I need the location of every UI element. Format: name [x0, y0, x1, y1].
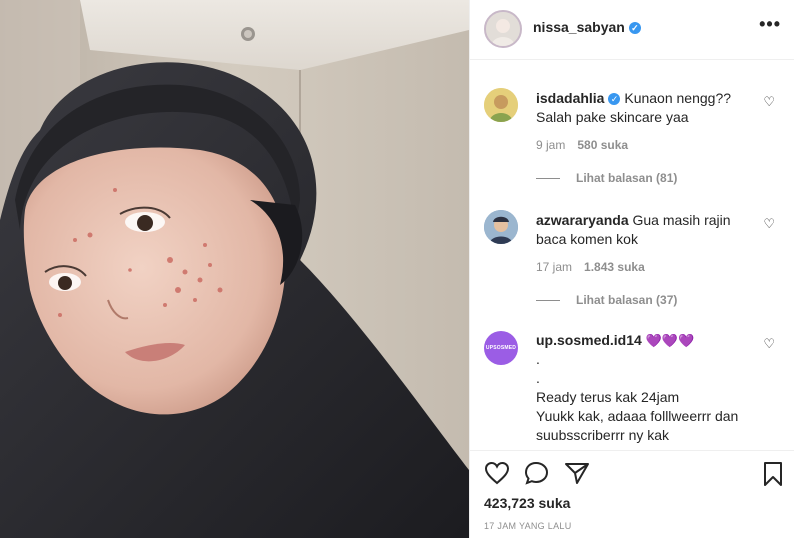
post-actions: 423,723 suka 17 JAM YANG LALU: [470, 450, 794, 538]
view-replies-label[interactable]: Lihat balasan (37): [576, 293, 677, 307]
post-header: nissa_sabyan ✓ •••: [470, 0, 794, 60]
post-timestamp: 17 JAM YANG LALU: [484, 521, 572, 531]
commenter-avatar[interactable]: [484, 88, 518, 122]
heart-icon[interactable]: [484, 461, 510, 490]
instagram-post: nissa_sabyan ✓ ••• isdadahlia ✓ Kunaon nen…: [0, 0, 794, 538]
commenter-username[interactable]: up.sosmed.id14: [536, 332, 642, 348]
author-name-text[interactable]: nissa_sabyan: [533, 19, 625, 35]
heart-icon[interactable]: ♡: [763, 216, 775, 232]
author-avatar[interactable]: [484, 10, 522, 48]
comment-likes[interactable]: 1.843 suka: [584, 260, 645, 274]
commenter-avatar[interactable]: [484, 210, 518, 244]
comment-time: 17 jam: [536, 260, 573, 274]
replies-line: [536, 300, 560, 302]
avatar-image: [486, 12, 520, 46]
comment-meta: 9 jam 580 suka: [536, 138, 628, 152]
author-username[interactable]: nissa_sabyan ✓: [533, 19, 641, 35]
commenter-username[interactable]: isdadahlia: [536, 90, 604, 106]
more-options-icon[interactable]: •••: [759, 14, 781, 35]
avatar-label: UPSOSMED: [485, 345, 517, 351]
comment-line: Ready terus kak 24jam: [536, 389, 680, 405]
comment-text: up.sosmed.id14 💜💜💜 . . Ready terus kak 2…: [536, 331, 756, 445]
verified-badge-icon: ✓: [628, 22, 641, 34]
commenter-avatar[interactable]: UPSOSMED: [484, 331, 518, 365]
commenter-username[interactable]: azwararyanda: [536, 212, 629, 228]
avatar-image: [484, 210, 518, 244]
replies-line: [536, 178, 560, 180]
purple-hearts-emoji: 💜💜💜: [645, 333, 695, 348]
comment-text: azwararyanda Gua masih rajin baca komen …: [536, 211, 756, 249]
share-icon[interactable]: [564, 461, 590, 490]
comment-line: .: [536, 370, 540, 386]
comment-line: .: [536, 351, 540, 367]
bookmark-icon[interactable]: [761, 461, 785, 492]
likes-count[interactable]: 423,723 suka: [484, 495, 570, 511]
comment-text: isdadahlia ✓ Kunaon nengg?? Salah pake sk…: [536, 89, 756, 127]
comment-meta: 17 jam 1.843 suka: [536, 260, 645, 274]
heart-icon[interactable]: ♡: [763, 94, 775, 110]
comment-icon[interactable]: [524, 461, 550, 490]
comment-line: Yuukk kak, adaaa folllweerrr dan suubssc…: [536, 408, 739, 443]
comment-time: 9 jam: [536, 138, 566, 152]
post-photo[interactable]: [0, 0, 469, 538]
verified-badge-icon: ✓: [608, 93, 621, 105]
comment-likes[interactable]: 580 suka: [577, 138, 628, 152]
heart-icon[interactable]: ♡: [763, 336, 775, 352]
view-replies-button[interactable]: Lihat balasan (37): [536, 293, 677, 307]
post-sidebar: nissa_sabyan ✓ ••• isdadahlia ✓ Kunaon nen…: [469, 0, 794, 538]
comments-list[interactable]: isdadahlia ✓ Kunaon nengg?? Salah pake sk…: [470, 60, 794, 450]
view-replies-button[interactable]: Lihat balasan (81): [536, 171, 677, 185]
view-replies-label[interactable]: Lihat balasan (81): [576, 171, 677, 185]
avatar-image: [484, 88, 518, 122]
selfie-image: [0, 0, 469, 538]
